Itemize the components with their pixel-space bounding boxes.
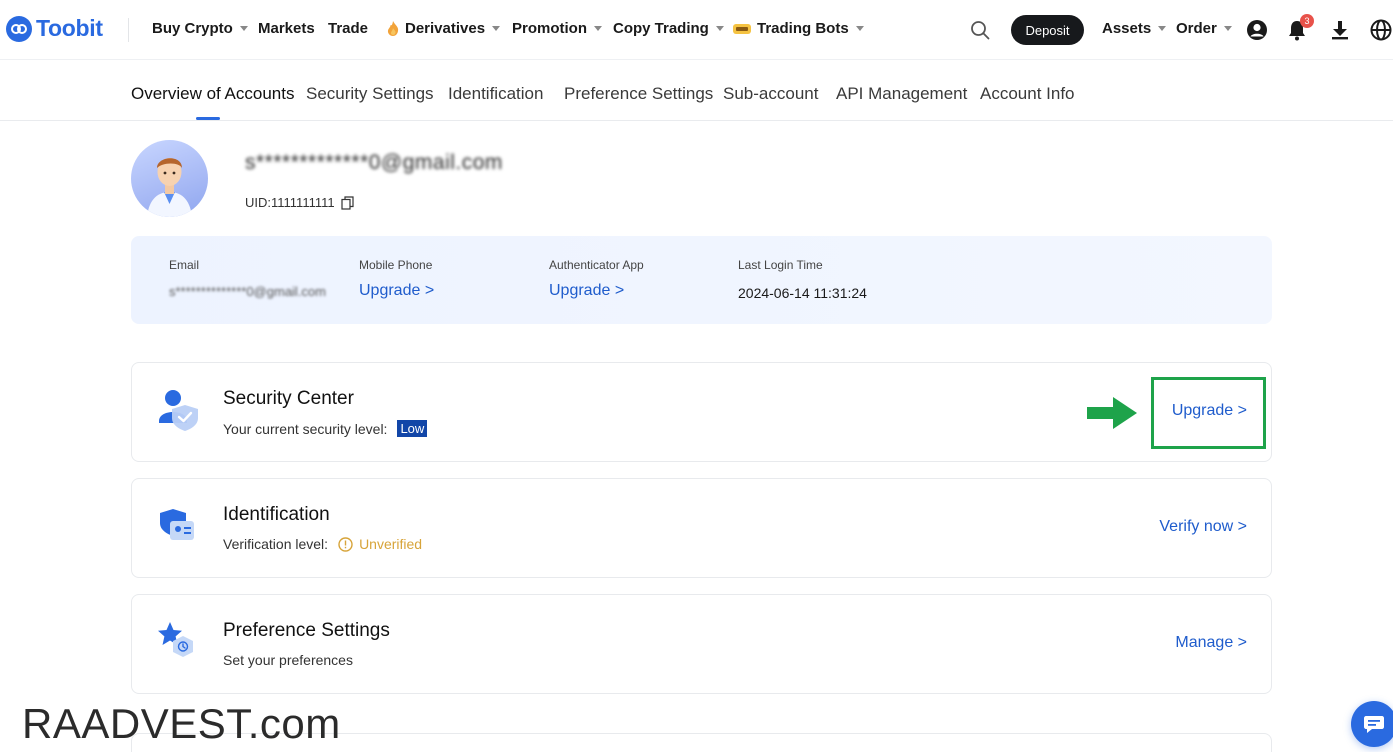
preference-settings-card: Preference Settings Set your preferences… bbox=[131, 594, 1272, 694]
chevron-down-icon bbox=[715, 26, 724, 31]
identification-title: Identification bbox=[223, 504, 330, 525]
authenticator-upgrade-link[interactable]: Upgrade > bbox=[549, 282, 644, 300]
download-icon[interactable] bbox=[1328, 18, 1352, 42]
verification-level-row: Verification level: Unverified bbox=[223, 536, 422, 552]
verification-level-label: Verification level: bbox=[223, 536, 329, 552]
account-info-strip: Email s**************0@gmail.com Mobile … bbox=[131, 236, 1272, 324]
nav-label: Markets bbox=[258, 20, 315, 37]
mobile-upgrade-link[interactable]: Upgrade > bbox=[359, 282, 434, 300]
info-email-label: Email bbox=[169, 258, 200, 272]
info-mobile-label: Mobile Phone bbox=[359, 258, 433, 272]
chevron-down-icon bbox=[492, 26, 501, 31]
nav-trade[interactable]: Trade bbox=[328, 20, 368, 37]
nav-promotion[interactable]: Promotion bbox=[512, 20, 602, 37]
last-login-time: 2024-06-14 11:31:24 bbox=[738, 285, 867, 301]
tab-identification[interactable]: Identification bbox=[448, 84, 543, 104]
nav-copy-trading[interactable]: Copy Trading bbox=[613, 20, 724, 37]
deposit-button[interactable]: Deposit bbox=[1011, 15, 1084, 45]
verify-now-link[interactable]: Verify now > bbox=[1159, 518, 1247, 536]
info-last-login: Last Login Time 2024-06-14 11:31:24 bbox=[738, 258, 867, 301]
avatar bbox=[131, 140, 208, 217]
identification-card: Identification Verification level: Unver… bbox=[131, 478, 1272, 578]
preference-settings-title: Preference Settings bbox=[223, 620, 390, 641]
nav-label: Trading Bots bbox=[757, 20, 849, 37]
uid-row: UID:1111111111 bbox=[245, 195, 354, 210]
manage-link[interactable]: Manage > bbox=[1175, 634, 1247, 652]
nav-label: Order bbox=[1176, 20, 1217, 37]
info-email: Email s**************0@gmail.com bbox=[169, 258, 326, 299]
verification-status-text: Unverified bbox=[359, 536, 423, 552]
preference-sub-row: Set your preferences bbox=[223, 652, 353, 668]
tab-security-settings[interactable]: Security Settings bbox=[306, 84, 434, 104]
chat-support-button[interactable] bbox=[1351, 701, 1393, 747]
nav-label: Copy Trading bbox=[613, 20, 709, 37]
nav-assets[interactable]: Assets bbox=[1102, 20, 1167, 37]
nav-derivatives[interactable]: Derivatives bbox=[386, 20, 501, 37]
preference-star-icon bbox=[158, 622, 193, 657]
top-navbar: Toobit Buy Crypto Markets Trade Derivati… bbox=[0, 0, 1393, 60]
warning-icon bbox=[338, 536, 353, 552]
chevron-down-icon bbox=[239, 26, 248, 31]
chat-icon bbox=[1364, 716, 1384, 733]
info-mobile: Mobile Phone Upgrade > bbox=[359, 258, 434, 300]
account-tabs: Overview of Accounts Security Settings I… bbox=[0, 60, 1393, 121]
toobit-logo[interactable]: Toobit bbox=[6, 15, 103, 42]
info-email-value: s**************0@gmail.com bbox=[169, 284, 326, 299]
uid-value: UID:1111111111 bbox=[245, 195, 335, 210]
chevron-down-icon bbox=[1223, 26, 1232, 31]
tab-api-management[interactable]: API Management bbox=[836, 84, 967, 104]
nav-label: Buy Crypto bbox=[152, 20, 233, 37]
nav-divider bbox=[128, 18, 129, 42]
search-icon[interactable] bbox=[968, 18, 992, 42]
nav-buy-crypto[interactable]: Buy Crypto bbox=[152, 20, 248, 37]
toobit-logo-icon bbox=[6, 15, 32, 42]
brand-name: Toobit bbox=[36, 15, 103, 41]
notification-badge: 3 bbox=[1300, 14, 1314, 28]
chevron-down-icon bbox=[594, 26, 602, 31]
tab-sub-account[interactable]: Sub-account bbox=[723, 84, 818, 104]
watermark-text: RAADVEST.com bbox=[22, 700, 341, 747]
nav-order[interactable]: Order bbox=[1176, 20, 1232, 37]
copy-icon[interactable] bbox=[341, 195, 354, 210]
nav-label: Derivatives bbox=[405, 20, 486, 37]
chevron-down-icon bbox=[855, 26, 864, 31]
tab-account-info[interactable]: Account Info bbox=[980, 84, 1075, 104]
security-shield-icon bbox=[159, 390, 198, 431]
preference-sub-label: Set your preferences bbox=[223, 652, 353, 668]
nav-trading-bots[interactable]: Trading Bots bbox=[732, 20, 864, 37]
nav-label: Promotion bbox=[512, 20, 587, 37]
security-center-title: Security Center bbox=[223, 388, 354, 409]
active-tab-indicator bbox=[196, 117, 220, 120]
security-level-badge: Low bbox=[397, 420, 428, 437]
security-level-row: Your current security level: Low bbox=[223, 420, 428, 437]
info-login-label: Last Login Time bbox=[738, 258, 823, 272]
bot-icon bbox=[733, 23, 751, 34]
upgrade-highlight-box bbox=[1151, 377, 1266, 449]
info-auth-label: Authenticator App bbox=[549, 258, 644, 272]
green-arrow-icon bbox=[1087, 397, 1137, 429]
nav-label: Assets bbox=[1102, 20, 1152, 37]
user-icon[interactable] bbox=[1245, 18, 1269, 42]
account-email: s*************0@gmail.com bbox=[245, 151, 503, 174]
chevron-down-icon bbox=[1158, 26, 1167, 31]
tab-overview-of-accounts[interactable]: Overview of Accounts bbox=[131, 84, 294, 104]
nav-markets[interactable]: Markets bbox=[258, 20, 315, 37]
verification-status: Unverified bbox=[338, 536, 422, 552]
tab-preference-settings[interactable]: Preference Settings bbox=[564, 84, 713, 104]
security-level-label: Your current security level: bbox=[223, 420, 388, 437]
globe-icon[interactable] bbox=[1369, 18, 1393, 42]
flame-icon bbox=[387, 21, 399, 36]
info-authenticator: Authenticator App Upgrade > bbox=[549, 258, 644, 300]
id-card-icon bbox=[160, 509, 194, 540]
nav-label: Trade bbox=[328, 20, 369, 37]
